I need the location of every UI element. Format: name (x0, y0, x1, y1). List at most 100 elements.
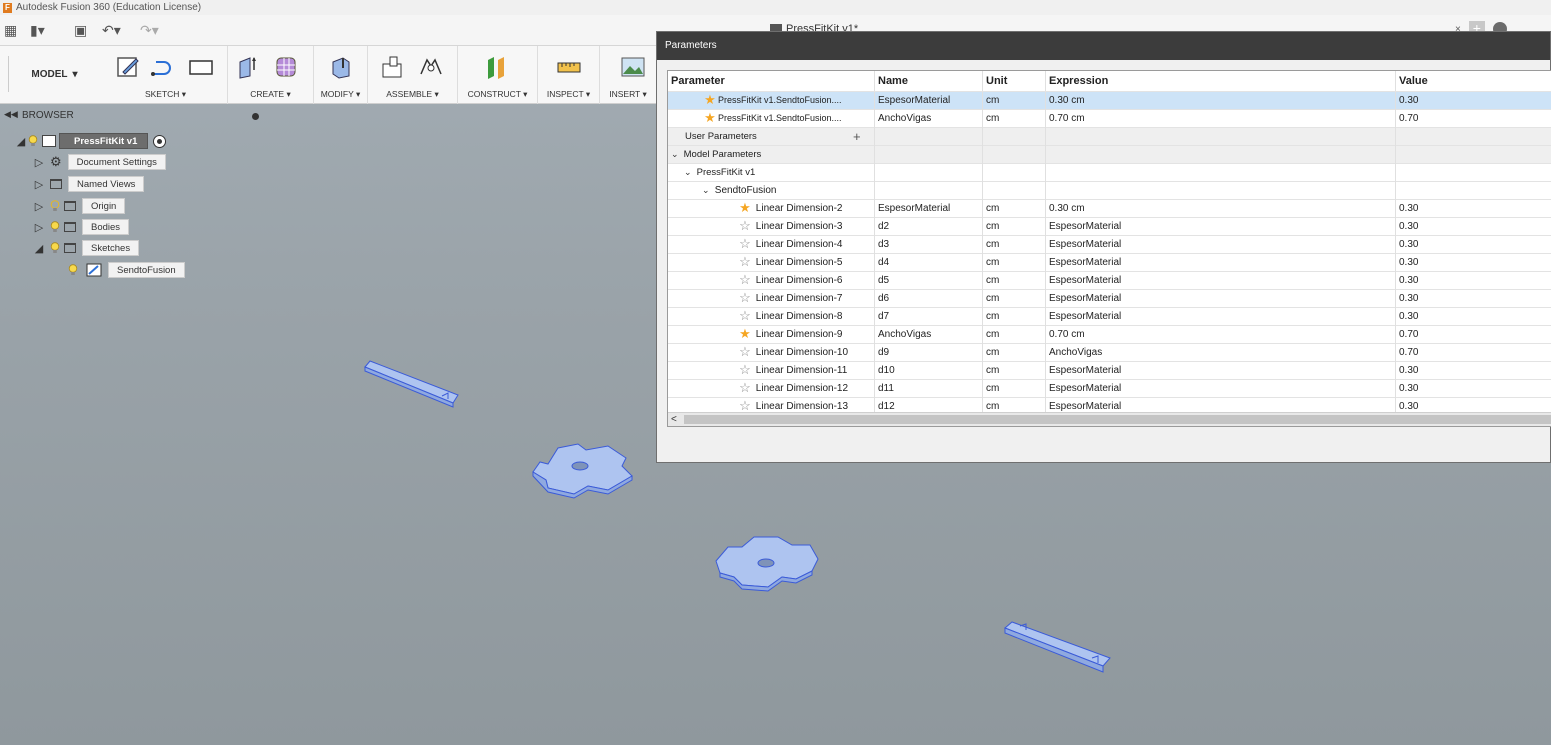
table-row[interactable]: ★ Linear Dimension-9 AnchoVigas cm 0.70 cm 0… (668, 326, 1551, 344)
line-icon[interactable] (150, 54, 176, 80)
expression-field[interactable]: EspesorMaterial (1046, 380, 1396, 398)
table-row[interactable]: ☆ Linear Dimension-8 d7 cm EspesorMaterial 0… (668, 308, 1551, 326)
user-parameters-row[interactable]: User Parameters + (668, 128, 1551, 146)
favorite-star-icon[interactable]: ☆ (737, 219, 753, 232)
collapse-triangle-icon[interactable]: ◢ (14, 135, 28, 148)
offset-plane-icon[interactable] (484, 54, 510, 80)
expression-field[interactable]: 0.30 cm (1046, 92, 1396, 110)
activate-radio-icon[interactable] (153, 134, 167, 148)
expand-triangle-icon[interactable]: ▷ (32, 178, 46, 191)
create-sketch-icon[interactable] (116, 54, 142, 80)
visibility-bulb-icon[interactable] (50, 221, 60, 233)
expression-field[interactable]: EspesorMaterial (1046, 236, 1396, 254)
table-row[interactable]: ☆ Linear Dimension-10 d9 cm AnchoVigas 0.70 (668, 344, 1551, 362)
component-row[interactable]: ⌄ PressFitKit v1 (668, 164, 1551, 182)
col-name[interactable]: Name (875, 71, 983, 91)
redo-icon[interactable]: ↷▾ (140, 23, 159, 37)
table-row[interactable]: ☆ Linear Dimension-11 d10 cm EspesorMateria… (668, 362, 1551, 380)
add-user-parameter-button[interactable]: + (853, 128, 861, 145)
visibility-bulb-icon[interactable] (68, 264, 78, 276)
new-component-icon[interactable] (380, 54, 406, 80)
favorite-star-icon[interactable]: ☆ (737, 273, 753, 286)
create-menu[interactable]: CREATE (250, 89, 284, 99)
expression-field[interactable]: 0.70 cm (1046, 110, 1396, 128)
expression-field[interactable]: 0.30 cm (1046, 200, 1396, 218)
expression-field[interactable]: 0.70 cm (1046, 326, 1396, 344)
scrollbar-thumb[interactable] (684, 415, 1551, 424)
favorite-star-icon[interactable]: ☆ (737, 345, 753, 358)
col-unit[interactable]: Unit (983, 71, 1046, 91)
table-row[interactable]: ☆ Linear Dimension-12 d11 cm EspesorMateria… (668, 380, 1551, 398)
table-row[interactable]: ☆ Linear Dimension-5 d4 cm EspesorMaterial 0… (668, 254, 1551, 272)
extrude-icon[interactable] (236, 54, 262, 80)
expand-triangle-icon[interactable]: ▷ (32, 221, 46, 234)
hub-part-2[interactable] (712, 533, 822, 595)
insert-image-icon[interactable] (620, 54, 646, 80)
table-row[interactable]: ☆ Linear Dimension-3 d2 cm EspesorMaterial 0… (668, 218, 1551, 236)
sketch-menu[interactable]: SKETCH (145, 89, 179, 99)
expression-field[interactable]: EspesorMaterial (1046, 362, 1396, 380)
col-value[interactable]: Value (1396, 71, 1551, 91)
measure-icon[interactable] (556, 54, 582, 80)
expression-field[interactable]: EspesorMaterial (1046, 218, 1396, 236)
favorite-star-icon[interactable]: ☆ (737, 381, 753, 394)
browser-pin-icon[interactable] (252, 113, 259, 120)
browser-item-named-views[interactable]: ▷ Named Views (32, 175, 145, 193)
browser-root[interactable]: ◢ PressFitKit v1 (14, 132, 167, 150)
expand-triangle-icon[interactable]: ▷ (32, 156, 46, 169)
workspace-switcher[interactable]: MODEL ▾ (8, 56, 100, 92)
chevron-down-icon[interactable]: ⌄ (702, 182, 712, 199)
favorite-star-icon[interactable]: ☆ (737, 255, 753, 268)
favorite-star-icon[interactable]: ★ (702, 111, 718, 124)
table-row[interactable]: ☆ Linear Dimension-4 d3 cm EspesorMaterial 0… (668, 236, 1551, 254)
browser-item-sketches[interactable]: ◢ Sketches (32, 239, 140, 257)
expression-field[interactable]: EspesorMaterial (1046, 308, 1396, 326)
table-row[interactable]: ☆ Linear Dimension-7 d6 cm EspesorMaterial 0… (668, 290, 1551, 308)
hub-part-1[interactable] (528, 440, 638, 500)
table-row[interactable]: ☆ Linear Dimension-6 d5 cm EspesorMaterial 0… (668, 272, 1551, 290)
browser-item-origin[interactable]: ▷ Origin (32, 197, 126, 215)
horizontal-scrollbar[interactable]: < (668, 412, 1551, 426)
expand-triangle-icon[interactable]: ▷ (32, 200, 46, 213)
favorite-star-icon[interactable]: ☆ (737, 237, 753, 250)
expression-field[interactable]: EspesorMaterial (1046, 254, 1396, 272)
browser-item-bodies[interactable]: ▷ Bodies (32, 218, 130, 236)
chevron-down-icon[interactable]: ⌄ (684, 164, 694, 181)
scroll-left-icon[interactable]: < (671, 413, 677, 426)
app-grid-icon[interactable]: ▦ (4, 23, 17, 37)
collapse-browser-icon[interactable]: ◀◀ (4, 109, 18, 120)
favorite-row[interactable]: ★ PressFitKit v1.SendtoFusion.... Espesor… (668, 92, 1551, 110)
save-icon[interactable]: ▣ (74, 23, 87, 37)
favorite-star-icon[interactable]: ☆ (737, 309, 753, 322)
favorite-star-icon[interactable]: ☆ (737, 399, 753, 412)
col-parameter[interactable]: Parameter (668, 71, 875, 91)
visibility-bulb-icon[interactable] (50, 200, 60, 212)
favorite-star-icon[interactable]: ★ (737, 327, 753, 340)
sketch-row[interactable]: ⌄ SendtoFusion (668, 182, 1551, 200)
insert-menu[interactable]: INSERT (609, 89, 640, 99)
rectangle-icon[interactable] (188, 54, 214, 80)
form-icon[interactable] (274, 54, 300, 80)
browser-item-document-settings[interactable]: ▷ ⚙ Document Settings (32, 153, 166, 171)
expression-field[interactable]: AnchoVigas (1046, 344, 1396, 362)
visibility-bulb-icon[interactable] (28, 135, 38, 147)
file-menu-icon[interactable]: ▮▾ (30, 23, 45, 37)
joint-icon[interactable] (418, 54, 444, 80)
beam-part-bottom[interactable] (1000, 618, 1115, 678)
press-pull-icon[interactable] (328, 54, 354, 80)
construct-menu[interactable]: CONSTRUCT (468, 89, 521, 99)
visibility-bulb-icon[interactable] (50, 242, 60, 254)
favorite-star-icon[interactable]: ☆ (737, 363, 753, 376)
table-row[interactable]: ★ Linear Dimension-2 EspesorMaterial cm 0.3… (668, 200, 1551, 218)
beam-part-top[interactable] (360, 355, 465, 410)
modify-menu[interactable]: MODIFY (321, 89, 354, 99)
inspect-menu[interactable]: INSPECT (547, 89, 584, 99)
browser-item-sketch[interactable]: SendtoFusion (64, 261, 185, 279)
favorite-star-icon[interactable]: ★ (702, 93, 718, 106)
assemble-menu[interactable]: ASSEMBLE (386, 89, 432, 99)
favorite-star-icon[interactable]: ★ (737, 201, 753, 214)
chevron-down-icon[interactable]: ⌄ (671, 146, 681, 163)
favorite-star-icon[interactable]: ☆ (737, 291, 753, 304)
col-expression[interactable]: Expression (1046, 71, 1396, 91)
expression-field[interactable]: EspesorMaterial (1046, 272, 1396, 290)
